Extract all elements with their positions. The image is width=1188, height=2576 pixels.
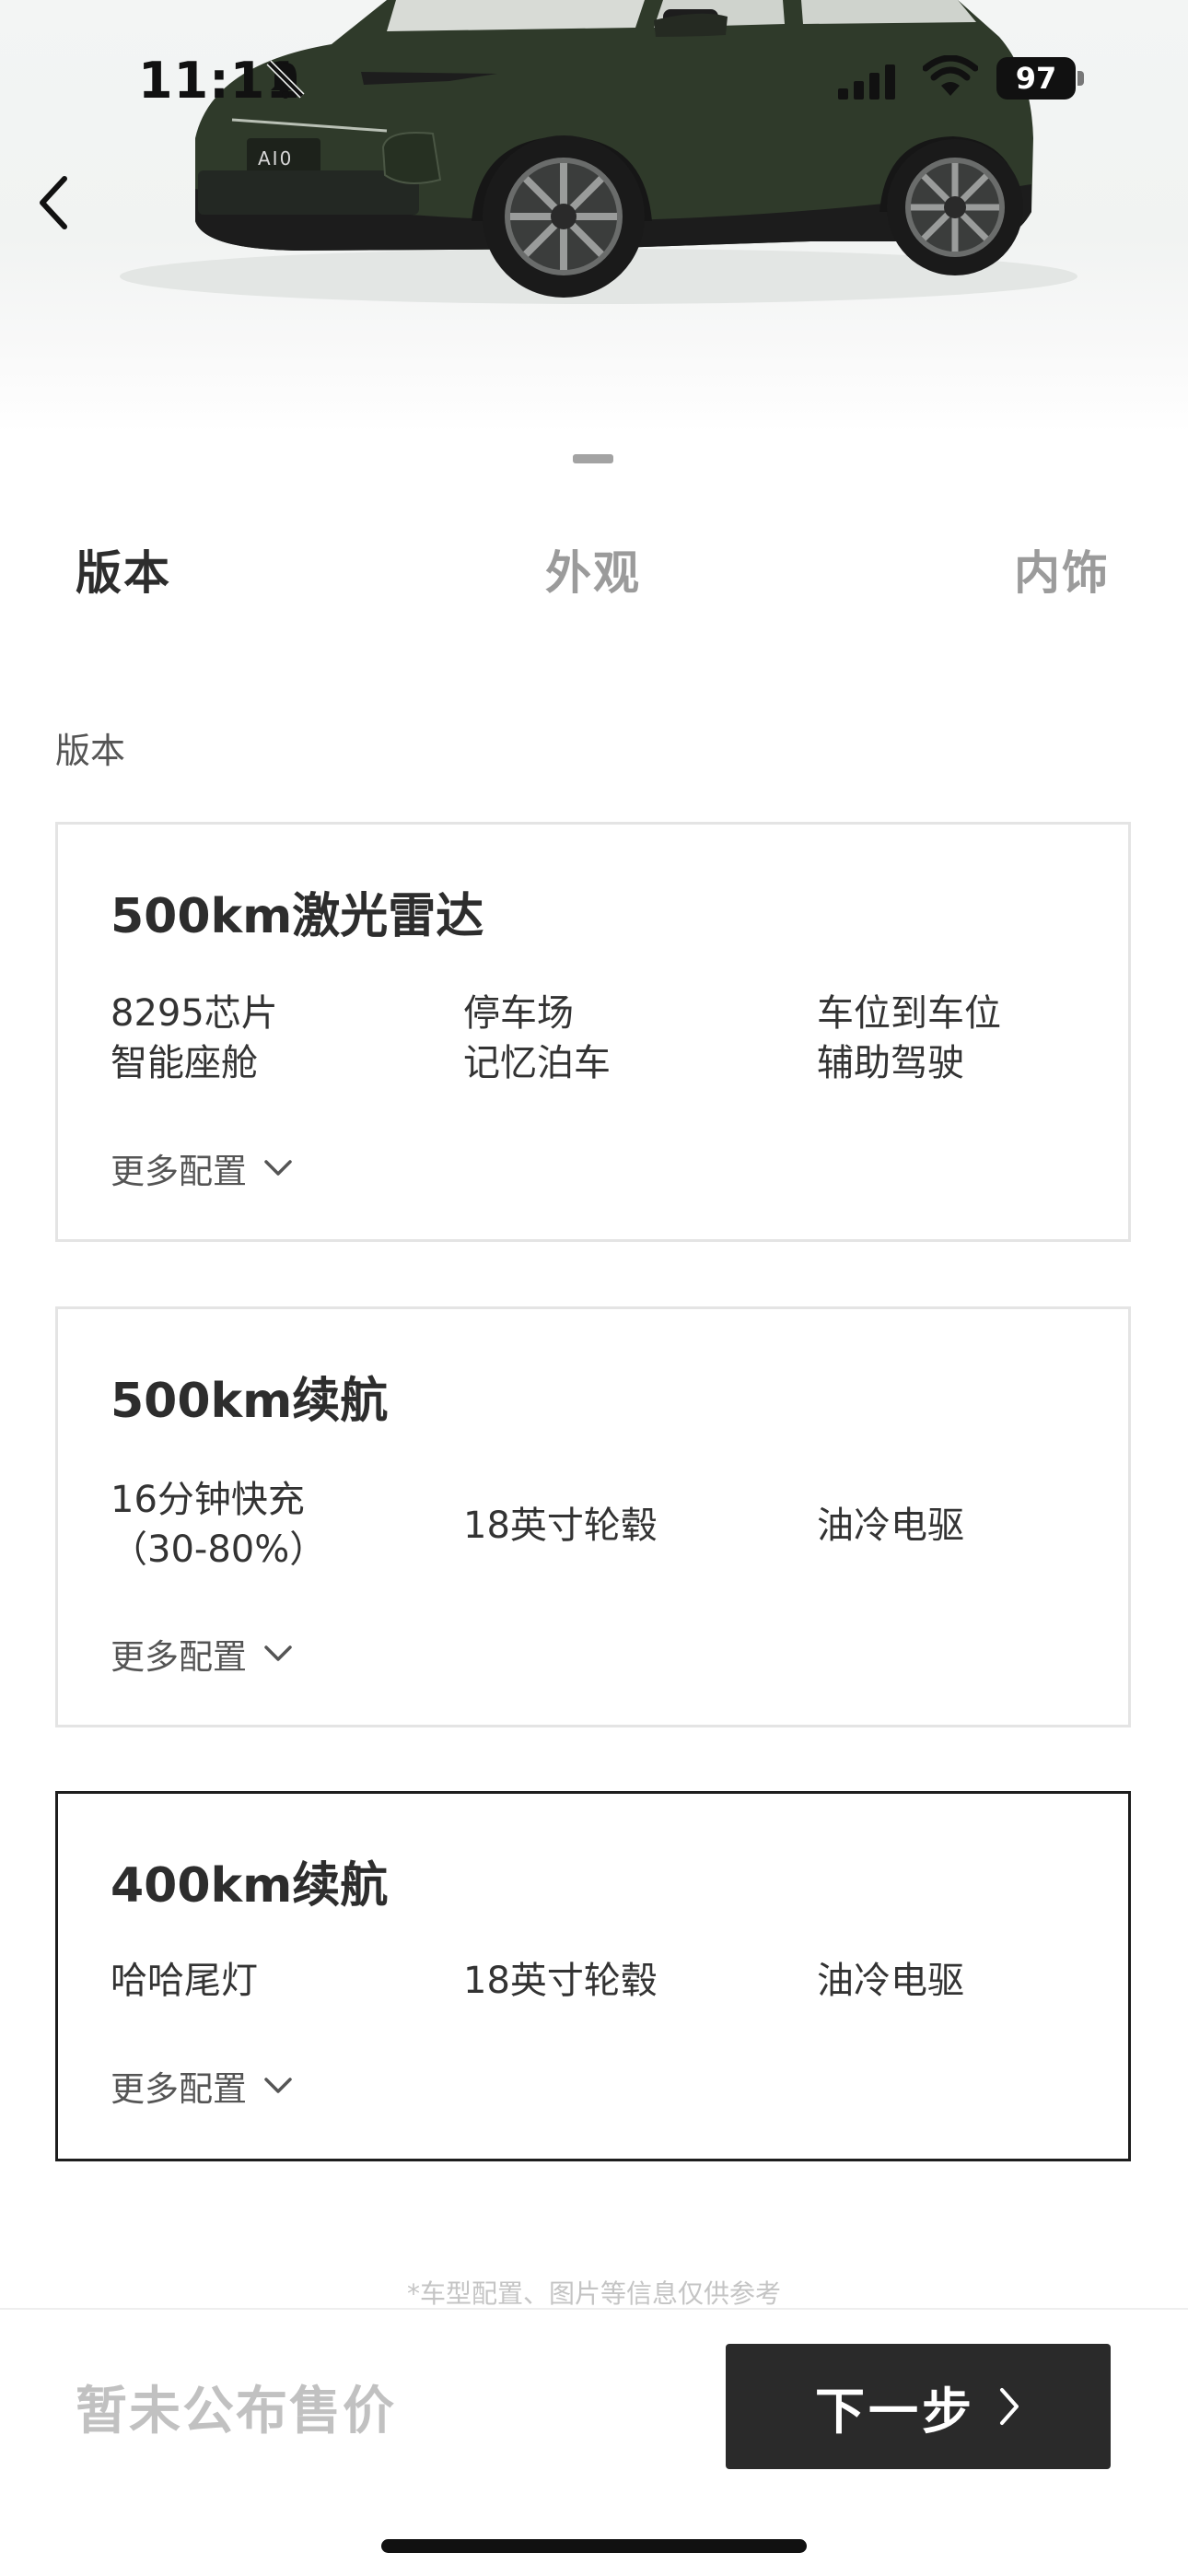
chevron-down-icon (264, 2078, 292, 2093)
more-config-label: 更多配置 (111, 1152, 247, 1191)
more-config-label: 更多配置 (111, 2069, 247, 2109)
section-title: 版本 (55, 731, 126, 771)
feature-line: 8295芯片 (111, 992, 278, 1035)
next-step-button[interactable]: 下一步 (726, 2344, 1111, 2469)
feature-item: 16分钟快充 （30-80%） (111, 1475, 326, 1575)
more-config-toggle[interactable]: 更多配置 (111, 1629, 293, 1679)
tab-interior[interactable]: 内饰 (1014, 536, 1110, 603)
cellular-signal-icon (838, 64, 895, 100)
version-card-500km-lidar[interactable]: 500km激光雷达 8295芯片 智能座舱 停车场 记忆泊车 车位到车位 辅助驾… (55, 822, 1131, 1242)
version-card-400km[interactable]: 400km续航 哈哈尾灯 18英寸轮毂 油冷电驱 更多配置 (55, 1791, 1131, 2161)
feature-item: 哈哈尾灯 (111, 1960, 258, 2002)
home-indicator[interactable] (381, 2539, 807, 2553)
feature-item: 18英寸轮毂 (463, 1505, 658, 1547)
feature-line: 智能座舱 (111, 1042, 258, 1084)
feature-item: 车位到车位 辅助驾驶 (817, 989, 1001, 1088)
battery-indicator: 97 (996, 57, 1076, 100)
chevron-down-icon (264, 1160, 292, 1176)
feature-item: 8295芯片 智能座舱 (111, 989, 278, 1088)
version-title: 500km续航 (111, 1374, 389, 1429)
more-config-toggle[interactable]: 更多配置 (111, 2061, 293, 2111)
tab-exterior[interactable]: 外观 (545, 536, 641, 603)
back-button[interactable] (26, 166, 81, 240)
sheet-drag-handle[interactable] (573, 454, 613, 463)
feature-line: 辅助驾驶 (817, 1042, 964, 1084)
feature-item: 油冷电驱 (817, 1960, 964, 2002)
battery-tip (1077, 71, 1084, 86)
version-card-500km[interactable]: 500km续航 16分钟快充 （30-80%） 18英寸轮毂 油冷电驱 更多配置 (55, 1306, 1131, 1727)
silent-bell-icon (266, 60, 305, 99)
next-step-label: 下一步 (815, 2382, 975, 2441)
more-config-toggle[interactable]: 更多配置 (111, 1143, 293, 1193)
wifi-icon (923, 55, 978, 96)
version-title: 500km激光雷达 (111, 889, 484, 944)
feature-line: 16分钟快充 (111, 1479, 305, 1521)
version-title: 400km续航 (111, 1858, 389, 1914)
price-label: 暂未公布售价 (76, 2382, 396, 2441)
tab-version[interactable]: 版本 (76, 536, 171, 603)
chevron-right-icon (1000, 2388, 1019, 2425)
feature-line: 车位到车位 (817, 992, 1001, 1035)
disclaimer-text: *车型配置、图片等信息仅供参考 (406, 2278, 781, 2309)
feature-line: （30-80%） (111, 1528, 327, 1571)
chevron-left-icon (40, 176, 67, 229)
more-config-label: 更多配置 (111, 1637, 247, 1677)
screen: AI0 11:11 97 版本 外观 内饰 版本 500km激光雷达 8295芯… (0, 0, 1188, 2576)
feature-item: 油冷电驱 (817, 1505, 964, 1547)
feature-item: 停车场 记忆泊车 (463, 989, 611, 1088)
feature-item: 18英寸轮毂 (463, 1960, 658, 2002)
feature-line: 记忆泊车 (463, 1042, 611, 1084)
status-bar: 11:11 97 (0, 0, 1188, 157)
chevron-down-icon (264, 1645, 292, 1661)
feature-line: 停车场 (463, 992, 574, 1035)
